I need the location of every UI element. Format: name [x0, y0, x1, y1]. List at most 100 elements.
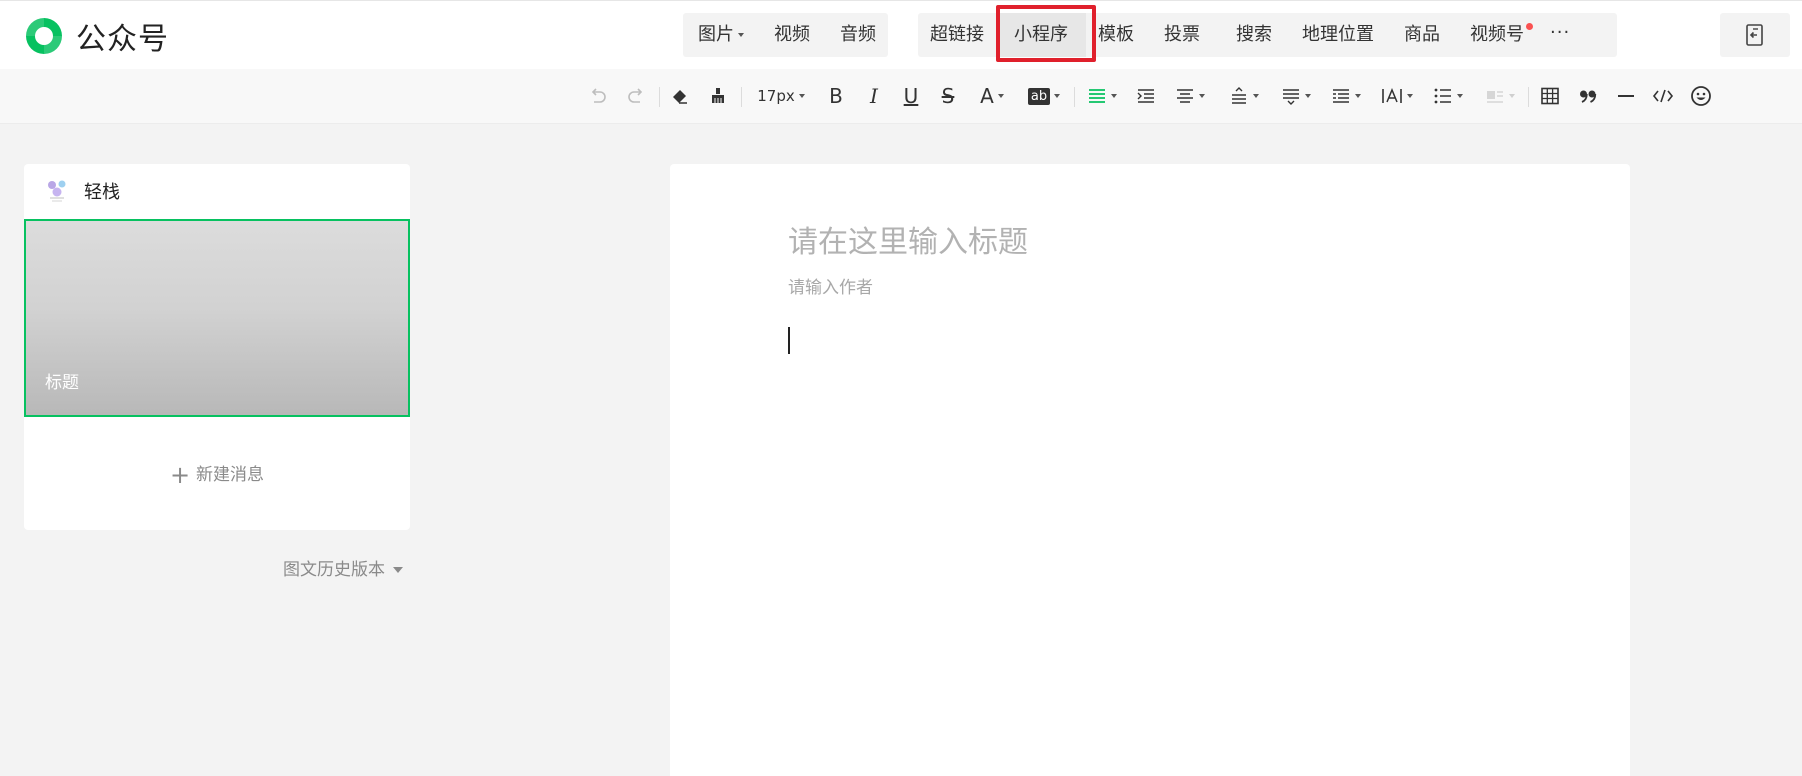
new-message-button[interactable]: + 新建消息 — [24, 460, 410, 489]
emoji-icon — [1691, 86, 1711, 106]
exit-edit-icon — [1746, 24, 1763, 46]
first-line-indent-select[interactable] — [1328, 81, 1364, 111]
italic-button[interactable]: I — [862, 81, 886, 111]
table-button[interactable] — [1538, 81, 1562, 111]
list-icon — [1434, 88, 1451, 104]
line-height-select[interactable] — [1226, 81, 1262, 111]
float-icon — [1487, 91, 1503, 103]
align-center-icon — [1177, 89, 1193, 103]
chevron-down-icon — [1305, 94, 1311, 98]
line-height-icon — [1232, 87, 1246, 104]
chevron-down-icon — [393, 567, 403, 573]
chevron-down-icon — [1054, 94, 1061, 98]
undo-icon[interactable] — [586, 81, 610, 111]
indent-icon — [1137, 89, 1154, 103]
insert-channels-button[interactable]: 视频号 — [1458, 13, 1536, 57]
bold-icon: B — [829, 84, 843, 108]
insert-search-button[interactable]: 搜索 — [1218, 13, 1290, 57]
letter-spacing-icon — [1382, 88, 1402, 103]
code-button[interactable] — [1650, 81, 1676, 111]
insert-product-button[interactable]: 商品 — [1386, 13, 1458, 57]
chevron-down-icon — [798, 94, 805, 98]
account-name: 轻栈 — [84, 182, 120, 203]
chevron-down-icon — [1509, 94, 1515, 98]
letter-spacing-select[interactable] — [1378, 81, 1416, 111]
new-message-label: 新建消息 — [196, 465, 265, 485]
editor-canvas[interactable] — [670, 164, 1630, 776]
title-input[interactable] — [788, 225, 1548, 260]
background-color-select[interactable]: ab — [1025, 81, 1063, 111]
paragraph-spacing-icon — [1283, 89, 1299, 105]
code-icon — [1652, 89, 1674, 103]
divider-button[interactable] — [1614, 81, 1638, 111]
underline-icon: U — [903, 84, 919, 108]
insert-location-button[interactable]: 地理位置 — [1290, 13, 1386, 57]
insert-image-button[interactable]: 图片 — [683, 13, 759, 57]
new-badge — [1526, 23, 1533, 30]
chevron-down-icon — [997, 94, 1004, 98]
divider-icon — [1618, 95, 1634, 97]
article-cover-selected[interactable]: 标题 — [24, 219, 410, 417]
insert-hyperlink-button[interactable]: 超链接 — [918, 13, 996, 57]
article-list-card: 轻栈 标题 + 新建消息 — [24, 164, 410, 530]
author-input[interactable] — [788, 278, 1188, 298]
more-dots-icon[interactable]: ··· — [1536, 13, 1584, 57]
top-bar: 公众号 图片 视频 音频 超链接 小程序 模板 投票 搜索 地理位置 商品 视频… — [0, 0, 1802, 70]
italic-icon: I — [870, 84, 878, 108]
font-size-value: 17px — [757, 87, 795, 105]
chevron-down-icon — [1407, 94, 1413, 98]
format-painter-icon[interactable] — [706, 81, 730, 111]
bold-button[interactable]: B — [824, 81, 848, 111]
insert-vote-button[interactable]: 投票 — [1146, 13, 1218, 57]
insert-image-label: 图片 — [698, 24, 734, 45]
strikethrough-icon: S — [941, 84, 955, 108]
list-select[interactable] — [1430, 81, 1466, 111]
quote-button[interactable] — [1576, 81, 1600, 111]
text-cursor — [788, 327, 790, 354]
font-color-icon: A — [980, 84, 994, 108]
align-select[interactable] — [1084, 81, 1120, 111]
insert-video-button[interactable]: 视频 — [759, 13, 825, 57]
exit-edit-button[interactable] — [1720, 13, 1790, 57]
chevron-down-icon — [738, 33, 744, 37]
wechat-official-accounts-logo-icon — [26, 18, 62, 54]
toolbar-divider — [1074, 87, 1075, 107]
chevron-down-icon — [1457, 94, 1463, 98]
redo-icon[interactable] — [624, 81, 648, 111]
history-versions-label: 图文历史版本 — [283, 560, 385, 580]
emoji-button[interactable] — [1688, 81, 1714, 111]
font-size-select[interactable]: 17px — [752, 81, 810, 111]
align-center-select[interactable] — [1172, 81, 1208, 111]
cover-title: 标题 — [45, 373, 79, 393]
font-color-select[interactable]: A — [974, 81, 1010, 111]
clear-format-icon[interactable] — [668, 81, 692, 111]
quote-icon — [1580, 90, 1597, 103]
insert-channels-label: 视频号 — [1470, 24, 1524, 45]
underline-button[interactable]: U — [899, 81, 923, 111]
first-line-indent-icon — [1333, 89, 1349, 103]
toolbar-divider — [659, 87, 660, 107]
strikethrough-button[interactable]: S — [936, 81, 960, 111]
align-justify-icon — [1089, 89, 1105, 103]
chevron-down-icon — [1253, 94, 1259, 98]
background-color-icon: ab — [1027, 87, 1051, 105]
media-insert-group: 图片 视频 音频 — [683, 13, 888, 57]
chevron-down-icon — [1199, 94, 1205, 98]
insert-audio-button[interactable]: 音频 — [825, 13, 891, 57]
brand[interactable]: 公众号 — [22, 14, 169, 58]
paragraph-spacing-select[interactable] — [1278, 81, 1314, 111]
table-icon — [1541, 87, 1559, 105]
history-versions-dropdown[interactable]: 图文历史版本 — [283, 555, 403, 580]
chevron-down-icon — [1111, 94, 1117, 98]
brand-name: 公众号 — [76, 22, 169, 57]
toolbar-divider — [741, 87, 742, 107]
plus-icon: + — [169, 461, 191, 489]
highlight-annotation — [996, 5, 1096, 62]
float-select[interactable] — [1482, 81, 1518, 111]
account-header: 轻栈 — [44, 178, 120, 204]
account-avatar-icon — [48, 180, 66, 202]
toolbar-divider — [1528, 87, 1529, 107]
indent-button[interactable] — [1134, 81, 1158, 111]
chevron-down-icon — [1355, 94, 1361, 98]
format-toolbar: 17px B I U S A ab — [0, 69, 1802, 124]
